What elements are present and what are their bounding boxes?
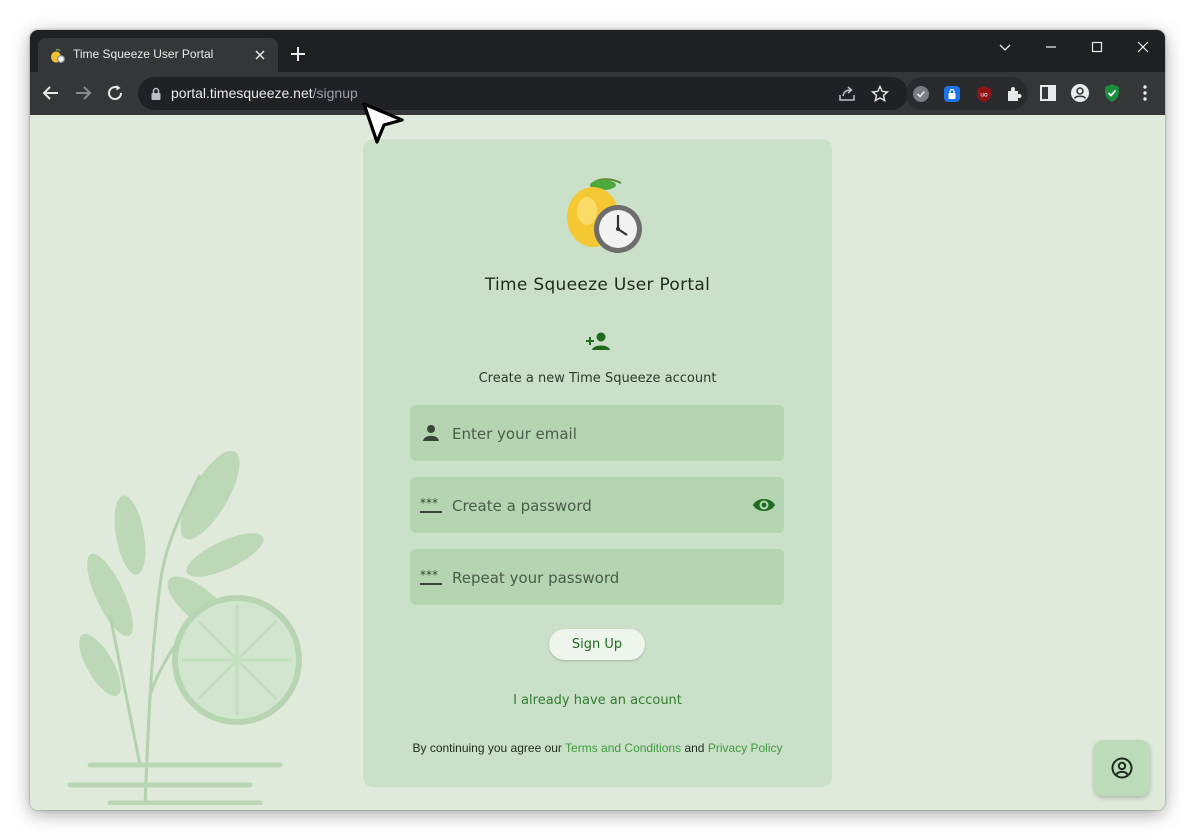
tab-title: Time Squeeze User Portal [73,47,214,61]
security-shield-icon[interactable] [1100,81,1124,105]
ublock-icon[interactable]: uo [974,84,994,104]
mouse-cursor-icon [362,102,404,144]
repeat-password-field[interactable]: *** [410,549,784,607]
password-dots-icon: *** [420,568,442,585]
side-panel-icon[interactable] [1036,81,1060,105]
svg-text:uo: uo [980,92,988,99]
chevron-down-icon[interactable] [993,35,1017,59]
browser-toolbar: portal.timesqueeze.net/signup uo [30,72,1165,116]
signup-card: Time Squeeze User Portal Create a new Ti… [363,139,832,787]
terms-link[interactable]: Terms and Conditions [565,741,681,755]
close-window-icon[interactable] [1131,35,1155,59]
url-text[interactable]: portal.timesqueeze.net/signup [171,85,358,101]
puzzle-icon[interactable] [1004,84,1024,104]
share-icon[interactable] [836,83,858,105]
password-field[interactable]: *** [410,477,784,535]
browser-window: Time Squeeze User Portal portal.timesque… [30,30,1165,810]
lemon-clock-icon [51,48,65,63]
star-icon[interactable] [869,83,891,105]
maximize-icon[interactable] [1085,35,1109,59]
repeat-password-input[interactable] [450,549,744,607]
eye-icon[interactable] [752,494,776,516]
tab-active[interactable]: Time Squeeze User Portal [38,38,278,72]
person-add-icon [586,332,610,350]
close-icon[interactable] [252,47,268,63]
password-dots-icon: *** [420,496,442,513]
login-link[interactable]: I already have an account [363,693,832,708]
signup-subtitle: Create a new Time Squeeze account [478,371,717,386]
terms-notice: By continuing you agree our Terms and Co… [412,741,783,755]
person-icon [423,425,439,441]
account-circle-icon [1111,757,1133,779]
password-input[interactable] [450,477,744,535]
tab-strip: Time Squeeze User Portal [30,30,1165,72]
back-arrow-icon[interactable] [39,81,63,105]
page-content: Time Squeeze User Portal Create a new Ti… [30,115,1165,810]
sign-up-button[interactable]: Sign Up [549,629,645,660]
email-field[interactable] [410,405,784,463]
svg-text:***: *** [420,568,438,582]
plus-icon[interactable] [288,44,308,64]
kebab-menu-icon[interactable] [1133,81,1157,105]
profile-icon[interactable] [1068,81,1092,105]
password-manager-icon[interactable] [942,84,962,104]
portal-title: Time Squeeze User Portal [484,275,711,295]
forward-arrow-icon[interactable] [71,81,95,105]
reload-icon[interactable] [103,81,127,105]
email-input[interactable] [450,405,744,463]
extensions-group: uo [906,77,1028,110]
extension-shield-icon[interactable] [911,84,931,104]
address-bar[interactable]: portal.timesqueeze.net/signup [138,77,908,110]
leaf-lime-illustration [67,450,302,805]
support-button[interactable] [1094,740,1150,796]
lock-icon[interactable] [150,87,162,101]
minimize-icon[interactable] [1039,35,1063,59]
svg-text:***: *** [420,496,438,510]
privacy-link[interactable]: Privacy Policy [708,741,783,755]
lemon-clock-icon [567,178,642,253]
